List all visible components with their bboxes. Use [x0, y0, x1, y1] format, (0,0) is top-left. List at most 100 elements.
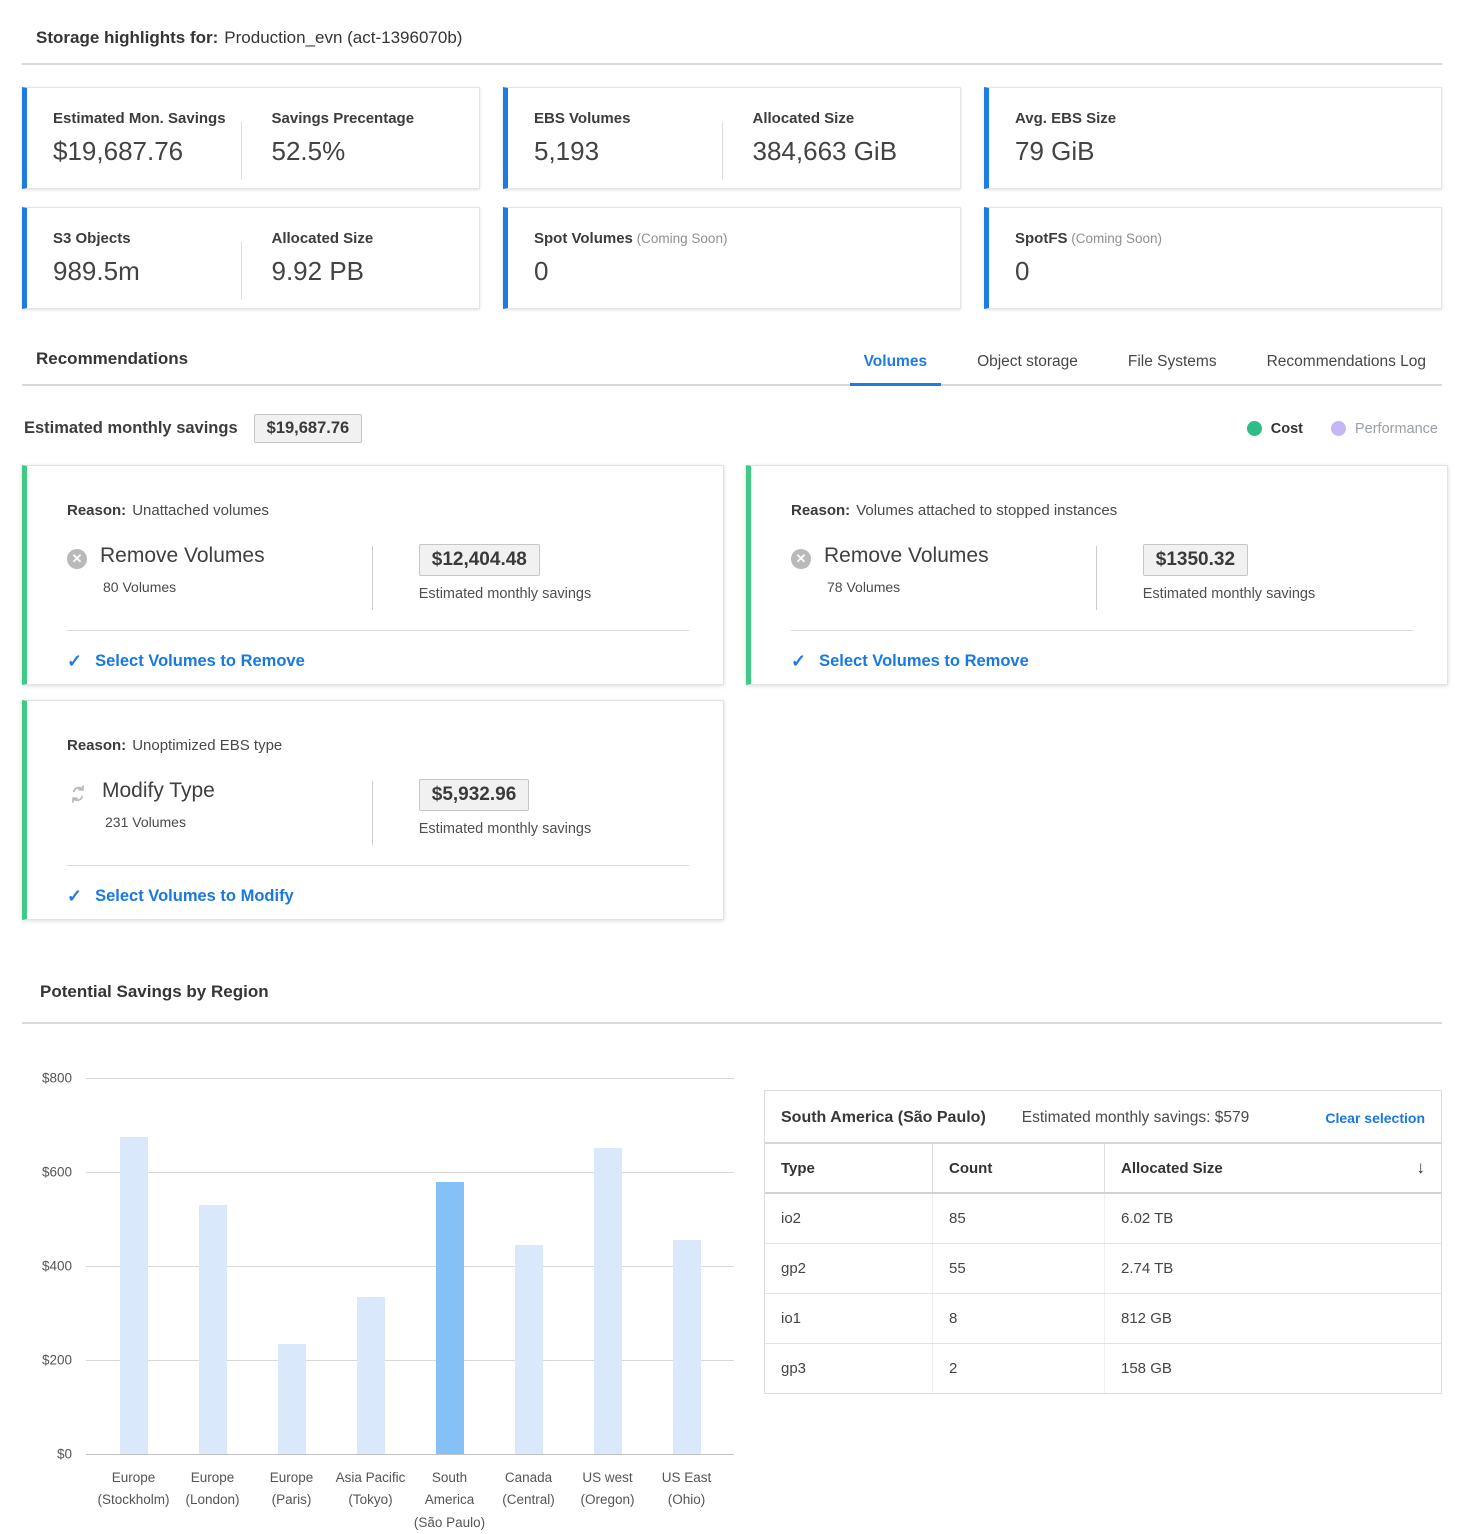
rec-divider	[372, 781, 373, 845]
table-row[interactable]: gp2552.74 TB	[765, 1244, 1441, 1294]
recommendations-title: Recommendations	[36, 349, 188, 384]
remove-circle-icon: ✕	[67, 549, 87, 569]
clear-selection-link[interactable]: Clear selection	[1325, 1110, 1425, 1126]
table-cell: 812 GB	[1104, 1294, 1441, 1343]
rec-action-title: Remove Volumes	[100, 544, 265, 568]
table-cell: 2.74 TB	[1104, 1244, 1441, 1293]
stat-label-text: Spot Volumes	[534, 230, 633, 247]
stat-label-text: Avg. EBS Size	[1015, 110, 1116, 127]
stat-value: 5,193	[534, 136, 722, 167]
x-tick-label: Europe(London)	[173, 1467, 252, 1534]
reason-label: Reason:	[791, 502, 850, 519]
reason-text: Reason:Unoptimized EBS type	[67, 737, 689, 754]
reason-text: Reason:Volumes attached to stopped insta…	[791, 502, 1413, 519]
select-volumes-to-remove-link[interactable]: Select Volumes to Remove	[819, 652, 1029, 671]
region-section-title: Potential Savings by Region	[22, 982, 1442, 1002]
x-tick-region: Europe	[252, 1467, 331, 1489]
table-row[interactable]: io2856.02 TB	[765, 1194, 1441, 1244]
legend-item-cost: Cost	[1247, 421, 1303, 437]
rec-link-row: ✓Select Volumes to Modify	[67, 866, 689, 927]
rec-savings-block: $1350.32Estimated monthly savings	[1143, 544, 1315, 602]
stat-avg-ebs-size: Avg. EBS Size79 GiB	[1015, 100, 1421, 188]
select-volumes-to-modify-link[interactable]: Select Volumes to Modify	[95, 887, 294, 906]
stat-divider	[722, 122, 723, 180]
rec-savings-caption: Estimated monthly savings	[1143, 586, 1315, 602]
y-tick-label: $800	[42, 1071, 72, 1086]
bar-europe-paris[interactable]	[278, 1344, 306, 1454]
recommendation-card: Reason:Volumes attached to stopped insta…	[746, 465, 1448, 685]
x-tick-region: US west	[568, 1467, 647, 1489]
estimated-savings-label: Estimated monthly savings	[24, 419, 238, 438]
bar-us-west-oregon[interactable]	[594, 1148, 622, 1454]
stat-s3-objects: S3 Objects 989.5m	[53, 220, 241, 308]
x-tick-city: (Central)	[489, 1489, 568, 1511]
rec-volume-count: 78 Volumes	[827, 579, 989, 595]
rec-action-title: Remove Volumes	[824, 544, 989, 568]
region-table-header: South America (São Paulo) Estimated mont…	[765, 1091, 1441, 1142]
table-cell: gp2	[765, 1244, 932, 1293]
bar-south-america-s-o-paulo[interactable]	[436, 1182, 464, 1454]
stat-label-text: Allocated Size	[753, 110, 855, 127]
table-row[interactable]: gp32158 GB	[765, 1344, 1441, 1393]
y-tick-label: $200	[42, 1353, 72, 1368]
stat-card: S3 Objects 989.5m Allocated Size 9.92 PB	[22, 207, 480, 309]
table-cell: gp3	[765, 1344, 932, 1393]
bar-cell	[568, 1148, 647, 1454]
coming-soon-label: (Coming Soon)	[633, 231, 728, 246]
stat-allocated-size: Allocated Size 384,663 GiB	[753, 100, 941, 188]
x-tick-label: Europe(Stockholm)	[94, 1467, 173, 1534]
bar-europe-london[interactable]	[199, 1205, 227, 1454]
recommendations-tabs: Volumes Object storage File Systems Recomme…	[862, 353, 1442, 384]
table-cell: io1	[765, 1294, 932, 1343]
region-table-body: io2856.02 TBgp2552.74 TBio18812 GBgp3215…	[765, 1194, 1441, 1393]
rec-volume-count: 80 Volumes	[103, 579, 265, 595]
bar-cell	[94, 1137, 173, 1454]
x-tick-label: Asia Pacific(Tokyo)	[331, 1467, 410, 1534]
column-header-type[interactable]: Type	[765, 1144, 932, 1192]
savings-by-region-chart: $800$600$400$200$0 Europe(Stockholm)Euro…	[22, 1078, 734, 1534]
stat-label-text: Estimated Mon. Savings	[53, 110, 226, 127]
x-tick-city: (Tokyo)	[331, 1489, 410, 1511]
table-cell: 6.02 TB	[1104, 1194, 1441, 1243]
rec-action-block: ✕Remove Volumes78 Volumes	[791, 544, 1096, 595]
recommendation-card: Reason:Unoptimized EBS typeModify Type23…	[22, 700, 724, 920]
tab-object-storage[interactable]: Object storage	[975, 353, 1080, 384]
stat-label: Allocated Size	[272, 230, 460, 247]
region-savings-text: Estimated monthly savings: $579	[1022, 1109, 1249, 1127]
tab-recommendations-log[interactable]: Recommendations Log	[1265, 353, 1428, 384]
x-tick-city: (Paris)	[252, 1489, 331, 1511]
bar-us-east-ohio[interactable]	[673, 1240, 701, 1454]
x-tick-city: (Oregon)	[568, 1489, 647, 1511]
tab-file-systems[interactable]: File Systems	[1126, 353, 1219, 384]
bar-cell	[173, 1205, 252, 1454]
recommendations-header: Recommendations Volumes Object storage Fil…	[22, 349, 1442, 386]
column-header-allocated-size[interactable]: Allocated Size↓	[1104, 1144, 1441, 1192]
region-table-column-headers: Type Count Allocated Size↓	[765, 1142, 1441, 1194]
column-header-count[interactable]: Count	[932, 1144, 1104, 1192]
stat-spot-volumes: Spot Volumes (Coming Soon)0	[534, 220, 940, 308]
legend-item-performance: Performance	[1331, 421, 1438, 437]
rec-link-row: ✓Select Volumes to Remove	[67, 631, 689, 692]
chart-plot-area: $800$600$400$200$0	[86, 1078, 734, 1454]
x-tick-label: US west(Oregon)	[568, 1467, 647, 1534]
x-tick-city: (London)	[173, 1489, 252, 1511]
column-header-label: Count	[949, 1160, 992, 1177]
tab-volumes[interactable]: Volumes	[862, 353, 929, 384]
table-cell: 85	[932, 1194, 1104, 1243]
stat-label: S3 Objects	[53, 230, 241, 247]
sort-descending-icon[interactable]: ↓	[1417, 1158, 1426, 1178]
bar-europe-stockholm[interactable]	[120, 1137, 148, 1454]
stat-value: 989.5m	[53, 256, 241, 287]
select-volumes-to-remove-link[interactable]: Select Volumes to Remove	[95, 652, 305, 671]
stat-estimated-mon-savings: Estimated Mon. Savings$19,687.76	[53, 100, 241, 188]
stat-label: Allocated Size	[753, 110, 941, 127]
table-row[interactable]: io18812 GB	[765, 1294, 1441, 1344]
stat-value: 9.92 PB	[272, 256, 460, 287]
rec-main-row: ✕Remove Volumes80 Volumes$12,404.48Estim…	[67, 544, 689, 610]
stat-value: 384,663 GiB	[753, 136, 941, 167]
x-tick-region: South America	[410, 1467, 489, 1512]
bar-asia-pacific-tokyo[interactable]	[357, 1297, 385, 1454]
region-content: $800$600$400$200$0 Europe(Stockholm)Euro…	[22, 1078, 1442, 1534]
bar-canada-central[interactable]	[515, 1245, 543, 1454]
account-name: Production_evn (act-1396070b)	[224, 28, 462, 47]
